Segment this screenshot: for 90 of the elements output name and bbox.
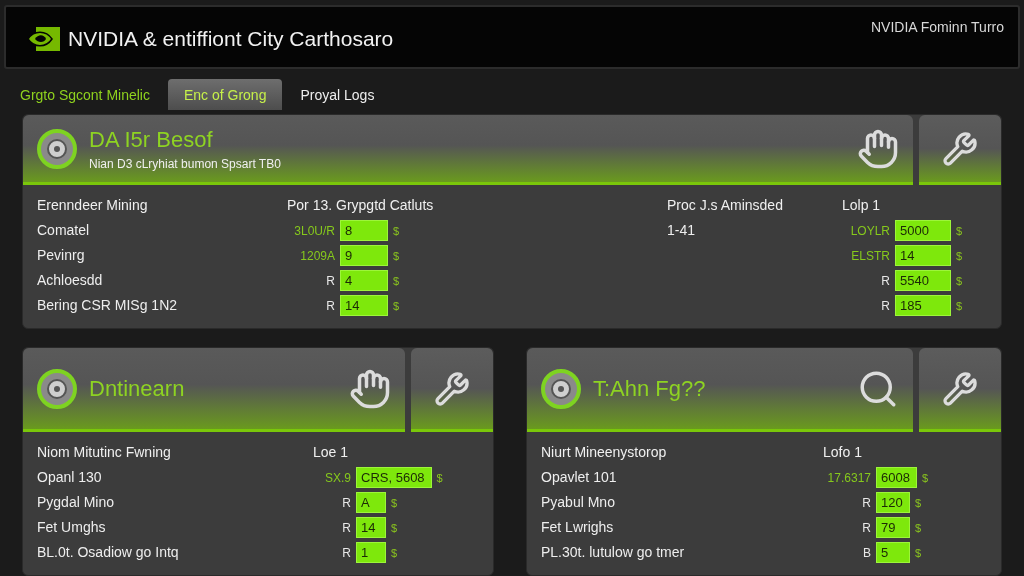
row-label: Pyabul Mno — [541, 493, 616, 512]
column-heading: Proc J.s Aminsded — [667, 196, 784, 215]
row-label: Pevinrg — [37, 246, 86, 265]
row-code: R — [861, 520, 871, 535]
app-title: NVIDIA & entiffiont City Carthosaro — [68, 27, 394, 51]
value-box: 5000 — [895, 220, 951, 241]
unit-label: $ — [393, 274, 400, 287]
row-label: Comatel — [37, 221, 91, 240]
column-heading: Niurt Mineenystorop — [541, 443, 668, 462]
column-heading: Erenndeer Mining — [37, 196, 149, 215]
row-code: R — [325, 298, 335, 313]
row-label: Pygdal Mino — [37, 493, 116, 512]
value-box: 14 — [895, 245, 951, 266]
row-code: R — [880, 273, 890, 288]
tool-button[interactable] — [919, 348, 1001, 432]
value-box: 6008 — [876, 467, 917, 488]
value-box: 185 — [895, 295, 951, 316]
unit-label: $ — [391, 496, 398, 509]
unit-label: $ — [956, 249, 963, 262]
disc-icon — [37, 368, 77, 409]
row-label: Fet Lwrighs — [541, 518, 615, 537]
column-heading: Loe 1 — [313, 443, 350, 462]
tab[interactable]: Proyal Logs — [284, 79, 391, 110]
hand-icon — [857, 127, 899, 170]
unit-label: $ — [956, 299, 963, 312]
row-code: R — [861, 495, 871, 510]
unit-label: $ — [915, 546, 922, 559]
row-code: 1209A — [299, 248, 335, 263]
row-label: PL.30t. lutulow go tmer — [541, 543, 686, 562]
unit-label: $ — [391, 521, 398, 534]
unit-label: $ — [921, 471, 929, 484]
disc-icon — [37, 128, 77, 169]
unit-label: $ — [915, 521, 922, 534]
header-caption: NVIDIA Fominn Turro — [870, 19, 1004, 35]
hand-icon — [349, 367, 391, 410]
row-code: 3L0U/R — [293, 223, 335, 238]
value-box: CRS, 5608 — [356, 467, 432, 488]
panel-subtitle: Nian D3 cLryhiat bumon Spsart TB0 — [89, 156, 282, 171]
row-code: 17.6317 — [826, 470, 871, 485]
column-heading: Lofo 1 — [823, 443, 863, 462]
unit-label: $ — [393, 249, 400, 262]
unit-label: $ — [436, 471, 443, 484]
column-heading: Por 13. Grypgtd Catluts — [287, 196, 435, 215]
column-heading: Lolp 1 — [842, 196, 882, 215]
row-label: BL.0t. Osadiow go Intq — [37, 543, 180, 562]
column-heading: Niom Mitutinc Fwning — [37, 443, 172, 462]
row-label: Fet Umghs — [37, 518, 107, 537]
unit-label: $ — [915, 496, 922, 509]
row-label: Opanl 130 — [37, 468, 103, 487]
value-box: 1 — [356, 542, 386, 563]
value-box: 14 — [340, 295, 388, 316]
row-label: Opavlet 101 — [541, 468, 618, 487]
row-code: LOYLR — [849, 223, 890, 238]
value-box: A — [356, 492, 386, 513]
value-box: 14 — [356, 517, 386, 538]
tab[interactable]: Enc of Grong — [167, 79, 283, 110]
wrench-icon — [434, 370, 470, 407]
row-code: R — [325, 273, 335, 288]
disc-icon — [541, 368, 581, 409]
value-box: 4 — [340, 270, 388, 291]
tool-button[interactable] — [919, 115, 1001, 185]
tool-button[interactable] — [411, 348, 493, 432]
unit-label: $ — [956, 274, 963, 287]
unit-label: $ — [393, 224, 400, 237]
value-box: 120 — [876, 492, 910, 513]
row-code: R — [341, 520, 351, 535]
wrench-icon — [942, 130, 978, 167]
tab[interactable]: Grgto Sgcont Minelic — [4, 79, 166, 110]
value-box: 5540 — [895, 270, 951, 291]
value-box: 9 — [340, 245, 388, 266]
panel-title: T:Ahn Fg?? — [593, 375, 707, 402]
logo-icon — [26, 27, 60, 51]
row-label: Bering CSR MISg 1N2 — [37, 296, 179, 315]
row-code: R — [341, 545, 351, 560]
value-box: 8 — [340, 220, 388, 241]
unit-label: $ — [956, 224, 963, 237]
wrench-icon — [942, 370, 978, 407]
row-label: Achloesdd — [37, 271, 104, 290]
row-code: ELSTR — [850, 248, 890, 263]
unit-label: $ — [393, 299, 400, 312]
panel-title: Dntinearn — [89, 375, 186, 402]
panel-title: DA I5r Besof — [89, 126, 214, 153]
row-label: 1-41 — [667, 221, 697, 240]
value-box: 79 — [876, 517, 910, 538]
row-code: R — [341, 495, 351, 510]
row-code: B — [862, 545, 871, 560]
unit-label: $ — [391, 546, 398, 559]
value-box: 5 — [876, 542, 910, 563]
row-code: SX.9 — [324, 470, 351, 485]
row-code: R — [880, 298, 890, 313]
